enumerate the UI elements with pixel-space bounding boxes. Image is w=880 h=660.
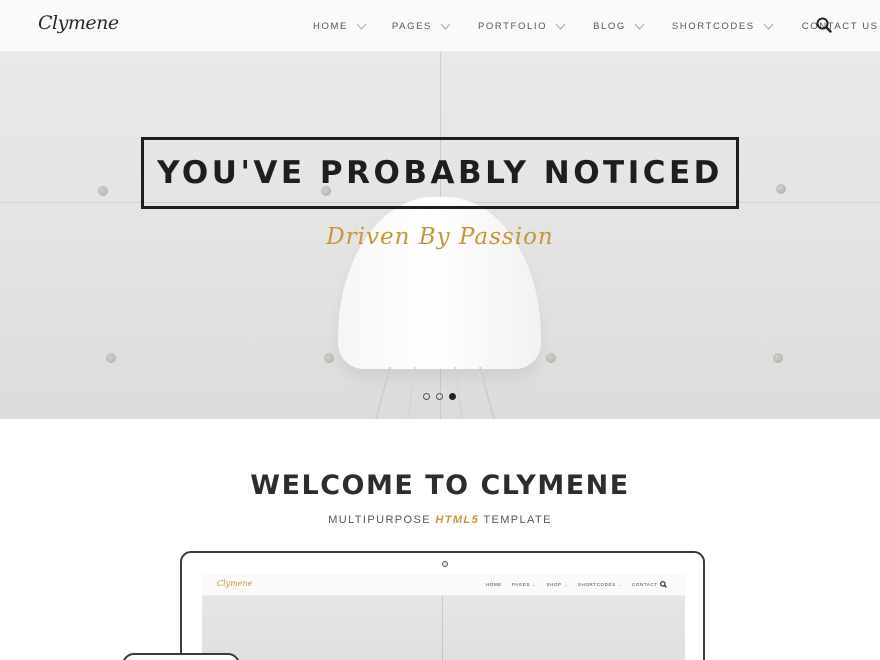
chevron-down-icon: ⌄: [532, 582, 537, 587]
chevron-down-icon: ⌄: [563, 582, 568, 587]
search-icon[interactable]: [816, 17, 832, 33]
chevron-down-icon: [634, 23, 645, 30]
slider-pagination: [423, 393, 462, 400]
mockup-menu: HOME PAGES ⌄ SHOP ⌄ SHORTCODES ⌄ CONTACT: [486, 582, 668, 588]
camera-dot: [442, 561, 448, 567]
wall-tie-hole: [546, 353, 556, 363]
nav-item-label: PORTFOLIO: [477, 20, 548, 32]
nav-item-pages[interactable]: PAGES: [392, 21, 451, 32]
mockup-menu-item: SHOP ⌄: [546, 582, 568, 588]
mockup-menu-label: HOME: [486, 582, 502, 587]
mockup-menu-item: HOME: [486, 582, 502, 588]
subtitle-accent: HTML5: [435, 514, 480, 526]
chevron-down-icon: [555, 23, 566, 30]
hero-subtitle: Driven By Passion: [326, 224, 554, 250]
chevron-down-icon: [763, 23, 774, 30]
nav-item-label: SHORTCODES: [671, 20, 755, 32]
wall-tie-hole: [324, 353, 334, 363]
mockup-menu-label: SHORTCODES: [578, 582, 616, 587]
hero-slider: YOU'VE PROBABLY NOTICED Driven By Passio…: [0, 52, 880, 419]
search-icon: [660, 581, 667, 588]
wall-tie-hole: [106, 353, 116, 363]
nav-item-shortcodes[interactable]: SHORTCODES: [672, 21, 774, 32]
mockup-hero: [202, 596, 685, 660]
phone-mockup: [122, 653, 240, 660]
mockup-logo: Clymene: [217, 579, 253, 588]
nav-item-label: PAGES: [391, 20, 432, 32]
mockup-menu-label: CONTACT: [632, 582, 658, 587]
slider-dot-3[interactable]: [449, 393, 456, 400]
section-title: WELCOME TO CLYMENE: [250, 470, 630, 501]
mockup-menu-label: SHOP: [546, 582, 562, 587]
mockup-menu-item: SHORTCODES ⌄: [578, 582, 622, 588]
hero-title-box: YOU'VE PROBABLY NOTICED: [141, 137, 739, 209]
nav-item-portfolio[interactable]: PORTFOLIO: [478, 21, 566, 32]
mockup-menu-item: PAGES ⌄: [512, 582, 537, 588]
wall-seam: [442, 596, 443, 660]
nav-item-contact-us[interactable]: CONTACT US: [802, 21, 879, 32]
nav-item-blog[interactable]: BLOG: [593, 21, 645, 32]
mockup-screen: Clymene HOME PAGES ⌄ SHOP ⌄ SHORTCODES ⌄ CO…: [202, 574, 685, 660]
mockup-menu-label: PAGES: [511, 582, 531, 587]
mockup-menu-item: CONTACT: [632, 582, 658, 588]
nav-item-label: BLOG: [593, 20, 626, 32]
chevron-down-icon: [356, 23, 367, 30]
nav-item-label: HOME: [313, 20, 348, 32]
wall-tie-hole: [98, 186, 108, 196]
navbar: Clymene HOME PAGES PORTFOLIO BLOG SHORTC…: [0, 0, 880, 52]
chevron-down-icon: [440, 23, 451, 30]
mockup-navbar: Clymene HOME PAGES ⌄ SHOP ⌄ SHORTCODES ⌄ CO…: [202, 574, 685, 596]
wall-tie-hole: [776, 184, 786, 194]
chair-image: [338, 197, 541, 369]
main-menu: HOME PAGES PORTFOLIO BLOG SHORTCODES CON…: [313, 0, 879, 52]
slider-dot-2[interactable]: [436, 393, 443, 400]
wall-tie-hole: [773, 353, 783, 363]
site-logo[interactable]: Clymene: [38, 12, 119, 34]
section-subtitle: MULTIPURPOSE HTML5 TEMPLATE: [0, 514, 880, 526]
nav-item-home[interactable]: HOME: [313, 21, 367, 32]
chevron-down-icon: ⌄: [617, 582, 623, 587]
hero-title: YOU'VE PROBABLY NOTICED: [157, 155, 723, 191]
subtitle-text: MULTIPURPOSE: [328, 514, 436, 526]
slider-dot-1[interactable]: [423, 393, 430, 400]
laptop-mockup: Clymene HOME PAGES ⌄ SHOP ⌄ SHORTCODES ⌄ CO…: [180, 551, 705, 660]
nav-item-label: CONTACT US: [801, 20, 879, 32]
subtitle-text: TEMPLATE: [479, 514, 552, 526]
